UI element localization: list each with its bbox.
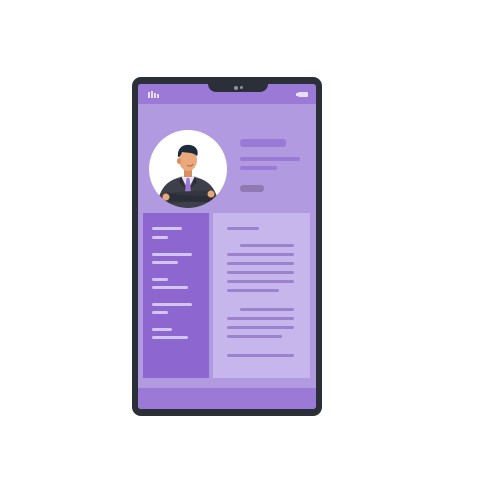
content-line	[227, 326, 294, 329]
profile-sidebar	[143, 213, 209, 378]
sidebar-line	[152, 286, 188, 289]
content-line	[240, 308, 294, 311]
content-line	[227, 317, 294, 320]
content-line	[227, 354, 294, 357]
content-line	[227, 289, 279, 292]
camera-notch	[208, 84, 268, 92]
sidebar-line	[152, 261, 178, 264]
signal-bars-icon	[148, 90, 164, 98]
profile-header	[138, 104, 316, 212]
sidebar-line	[152, 227, 182, 230]
sidebar-line	[152, 236, 168, 239]
front-camera-icon	[234, 86, 238, 90]
sidebar-line	[152, 311, 168, 314]
sidebar-line	[152, 336, 188, 339]
title-placeholder	[240, 157, 300, 161]
profile-content	[213, 213, 310, 378]
sidebar-line	[152, 303, 192, 306]
content-line	[227, 280, 294, 283]
contact-button[interactable]	[240, 185, 264, 192]
businessman-illustration	[157, 144, 219, 208]
sidebar-line	[152, 253, 192, 256]
sidebar-line	[152, 278, 168, 281]
content-line	[227, 335, 282, 338]
content-line	[227, 253, 294, 256]
sensor-icon	[240, 86, 243, 89]
subtitle-placeholder	[240, 166, 277, 170]
content-line	[227, 271, 294, 274]
name-placeholder	[240, 139, 286, 147]
smartphone-frame	[132, 77, 322, 416]
battery-icon	[296, 92, 308, 97]
profile-screen	[138, 84, 316, 409]
content-heading	[227, 227, 259, 230]
bottom-bar	[138, 388, 316, 409]
avatar[interactable]	[149, 130, 227, 208]
content-line	[227, 262, 294, 265]
content-line	[240, 244, 294, 247]
sidebar-line	[152, 328, 172, 331]
